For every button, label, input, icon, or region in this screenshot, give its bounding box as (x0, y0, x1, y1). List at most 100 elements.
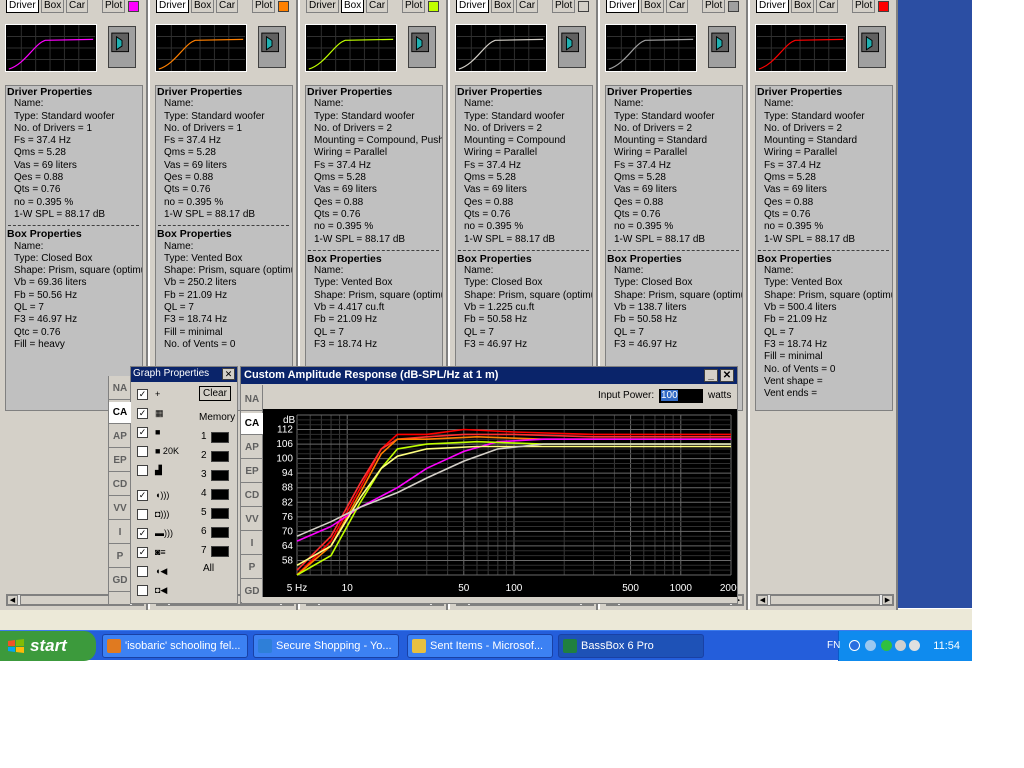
response-type-tab[interactable]: I (241, 533, 263, 555)
option-checkbox[interactable]: ✓ (137, 408, 148, 419)
option-checkbox[interactable]: ✓ (137, 490, 148, 501)
memory-slot[interactable]: 7 (201, 544, 229, 558)
plot-color-swatch[interactable] (728, 1, 739, 12)
option-checkbox[interactable] (137, 465, 148, 476)
green-tray-icon[interactable] (881, 640, 892, 651)
memory-slot[interactable]: 2 (201, 449, 229, 463)
tab-plot[interactable]: Plot (252, 0, 276, 13)
graph-type-tab[interactable]: VV (109, 498, 131, 520)
color-block-icon[interactable]: ■ (155, 426, 189, 439)
plot-color-swatch[interactable] (578, 1, 589, 12)
close-icon[interactable]: ✕ (222, 368, 235, 380)
tab-box[interactable]: Box (341, 0, 365, 13)
graph-type-tab[interactable]: AP (109, 426, 131, 448)
plot-color-swatch[interactable] (278, 1, 289, 12)
tab-box[interactable]: Box (191, 0, 215, 13)
tab-plot[interactable]: Plot (552, 0, 576, 13)
memory-slot[interactable]: 4 (201, 487, 229, 501)
memory-slot[interactable]: 6 (201, 525, 229, 539)
speaker-sound-icon[interactable]: ◖))) (155, 489, 189, 502)
start-button[interactable]: start (0, 631, 96, 661)
memory-slot-swatch[interactable] (211, 489, 229, 500)
tab-car[interactable]: Car (366, 0, 389, 13)
tab-car[interactable]: Car (816, 0, 839, 13)
enclosure-icon[interactable] (558, 26, 586, 68)
clear-button[interactable]: Clear (199, 386, 231, 401)
tab-car[interactable]: Car (666, 0, 689, 13)
response-type-tab[interactable]: VV (241, 509, 263, 531)
response-type-tab[interactable]: CD (241, 485, 263, 507)
graph-type-tab[interactable]: CA (109, 402, 131, 424)
grid-icon[interactable]: ▦ (155, 407, 189, 420)
graph-type-tab[interactable]: NA (109, 378, 131, 400)
option-checkbox[interactable] (137, 446, 148, 457)
scroll-thumb[interactable] (770, 595, 880, 605)
frequency-range-icon[interactable]: ■ 20K (155, 445, 189, 458)
option-checkbox[interactable]: ✓ (137, 389, 148, 400)
tab-plot[interactable]: Plot (102, 0, 126, 13)
horizontal-scrollbar[interactable]: ◀▶ (756, 594, 894, 606)
taskbar-item[interactable]: 'isobaric' schooling fel... (102, 634, 248, 658)
scroll-right-icon[interactable]: ▶ (882, 595, 893, 605)
corner-icon[interactable]: ▟ (155, 464, 189, 477)
driver-sound-icon[interactable]: ◘))) (155, 508, 189, 521)
graph-type-tab[interactable]: GD (109, 570, 131, 592)
tab-box[interactable]: Box (491, 0, 515, 13)
graph-type-tab[interactable]: I (109, 522, 131, 544)
language-indicator[interactable]: FN (827, 631, 840, 661)
tab-box[interactable]: Box (41, 0, 65, 13)
graph-type-tab[interactable]: EP (109, 450, 131, 472)
response-type-tab[interactable]: EP (241, 461, 263, 483)
enclosure-icon[interactable] (858, 26, 886, 68)
input-power-field[interactable]: 100 (659, 389, 703, 403)
memory-slot-swatch[interactable] (211, 432, 229, 443)
option-checkbox[interactable] (137, 509, 148, 520)
tab-box[interactable]: Box (641, 0, 665, 13)
memory-slot[interactable]: 3 (201, 468, 229, 482)
taskbar-item[interactable]: Sent Items - Microsof... (407, 634, 553, 658)
tab-driver[interactable]: Driver (756, 0, 789, 13)
scroll-left-icon[interactable]: ◀ (757, 595, 768, 605)
tab-car[interactable]: Car (216, 0, 239, 13)
scroll-left-icon[interactable]: ◀ (7, 595, 18, 605)
tab-car[interactable]: Car (516, 0, 539, 13)
taskbar-item[interactable]: Secure Shopping - Yo... (253, 634, 399, 658)
tab-plot[interactable]: Plot (702, 0, 726, 13)
response-type-tab[interactable]: AP (241, 437, 263, 459)
memory-slot[interactable]: 5 (201, 506, 229, 520)
close-button[interactable]: ✕ (720, 369, 734, 382)
car-sound-icon[interactable]: ▬))) (155, 527, 189, 540)
enclosure-icon[interactable] (408, 26, 436, 68)
tab-box[interactable]: Box (791, 0, 815, 13)
memory-slot-swatch[interactable] (211, 527, 229, 538)
all-button[interactable]: All (203, 563, 214, 574)
search-tray-icon[interactable] (865, 640, 876, 651)
memory-slot[interactable]: 1 (201, 430, 229, 444)
plus-icon[interactable]: + (155, 388, 189, 401)
speaker-box-icon[interactable]: ◖◀ (155, 565, 189, 578)
response-type-tab[interactable]: P (241, 557, 263, 579)
option-checkbox[interactable]: ✓ (137, 528, 148, 539)
memory-slot-swatch[interactable] (211, 451, 229, 462)
tab-driver[interactable]: Driver (156, 0, 189, 13)
amp-icon[interactable]: ◙≡ (155, 546, 189, 559)
tab-driver[interactable]: Driver (306, 0, 339, 13)
plot-color-swatch[interactable] (878, 1, 889, 12)
memory-slot-swatch[interactable] (211, 508, 229, 519)
tab-plot[interactable]: Plot (402, 0, 426, 13)
tab-driver[interactable]: Driver (606, 0, 639, 13)
box-speaker-icon[interactable]: ◘◀ (155, 584, 189, 597)
tab-driver[interactable]: Driver (456, 0, 489, 13)
taskbar-item[interactable]: BassBox 6 Pro (558, 634, 704, 658)
volume-tray-icon[interactable] (909, 640, 920, 651)
graph-type-tab[interactable]: CD (109, 474, 131, 496)
option-checkbox[interactable] (137, 585, 148, 596)
option-checkbox[interactable]: ✓ (137, 547, 148, 558)
graph-type-tab[interactable]: P (109, 546, 131, 568)
response-type-tab[interactable]: NA (241, 389, 263, 411)
enclosure-icon[interactable] (708, 26, 736, 68)
horizontal-scrollbar[interactable] (242, 597, 737, 603)
memory-slot-swatch[interactable] (211, 546, 229, 557)
enclosure-icon[interactable] (258, 26, 286, 68)
chevron-icon[interactable] (849, 640, 860, 651)
